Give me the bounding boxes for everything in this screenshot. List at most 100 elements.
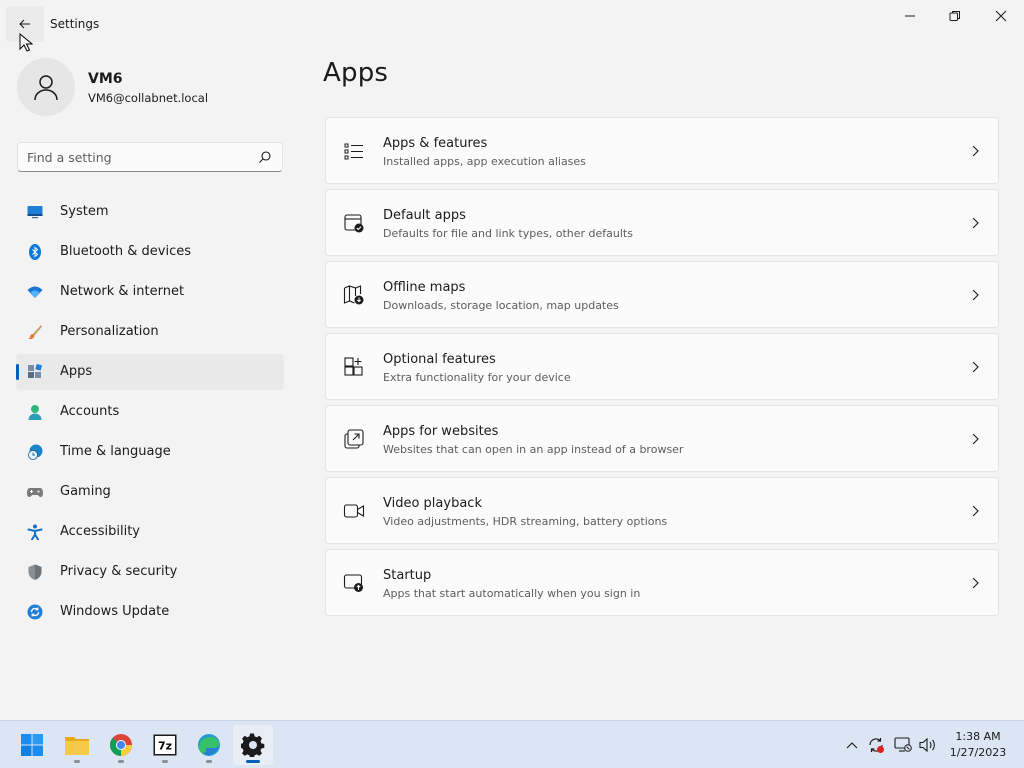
- sidebar-item-gaming[interactable]: Gaming: [16, 474, 284, 510]
- apps-icon: [28, 364, 43, 378]
- sidebar-item-personalization[interactable]: Personalization: [16, 314, 284, 350]
- 7zip-icon: 7z: [153, 734, 177, 756]
- sidebar-item-system[interactable]: System: [16, 194, 284, 230]
- taskbar-7zip[interactable]: 7z: [145, 725, 185, 765]
- chevron-right-icon: [972, 361, 979, 373]
- sidebar-item-label: Network & internet: [60, 284, 185, 299]
- sidebar-nav: System Bluetooth & devices Network & int…: [16, 194, 284, 634]
- taskbar-chrome[interactable]: [101, 725, 141, 765]
- profile-email: VM6@collabnet.local: [88, 91, 209, 105]
- sidebar-item-label: Accounts: [60, 404, 120, 419]
- sync-icon: [27, 604, 43, 620]
- sidebar-item-label: System: [60, 204, 109, 219]
- running-indicator: [246, 760, 260, 763]
- start-button[interactable]: [12, 725, 52, 765]
- sidebar-item-label: Bluetooth & devices: [60, 244, 191, 259]
- 7zip-label: 7z: [158, 740, 172, 753]
- minimize-button[interactable]: [887, 0, 933, 32]
- restore-button[interactable]: [932, 0, 978, 32]
- search-icon[interactable]: [258, 150, 272, 164]
- sync-error-icon: [869, 738, 884, 753]
- card-subtitle: Websites that can open in an app instead…: [383, 443, 684, 456]
- running-indicator: [74, 760, 80, 763]
- chrome-icon: [109, 734, 132, 756]
- sidebar-item-apps[interactable]: Apps: [16, 354, 284, 390]
- card-title: Optional features: [383, 352, 496, 367]
- card-title: Apps for websites: [383, 424, 499, 439]
- edge-icon: [198, 734, 220, 756]
- person-icon: [28, 405, 42, 420]
- tray-sync-status[interactable]: [866, 735, 886, 755]
- chevron-right-icon: [972, 433, 979, 445]
- sidebar-item-network[interactable]: Network & internet: [16, 274, 284, 310]
- tray-network[interactable]: [893, 735, 913, 755]
- bluetooth-icon: [29, 244, 41, 260]
- card-apps-features[interactable]: Apps & features Installed apps, app exec…: [325, 117, 999, 184]
- sidebar-item-label: Time & language: [60, 444, 171, 459]
- close-button[interactable]: [978, 0, 1024, 32]
- card-subtitle: Defaults for file and link types, other …: [383, 227, 633, 240]
- wifi-icon: [27, 286, 43, 298]
- title-bar: Settings: [0, 0, 1024, 48]
- card-subtitle: Video adjustments, HDR streaming, batter…: [383, 515, 668, 528]
- sidebar-item-label: Windows Update: [60, 604, 170, 619]
- startup-icon: [343, 574, 363, 592]
- mouse-cursor-icon: [19, 33, 33, 52]
- card-title: Apps & features: [383, 136, 488, 151]
- chevron-right-icon: [972, 577, 979, 589]
- chevron-right-icon: [972, 289, 979, 301]
- person-icon: [34, 75, 58, 101]
- card-apps-for-websites[interactable]: Apps for websites Websites that can open…: [325, 405, 999, 472]
- card-subtitle: Installed apps, app execution aliases: [383, 155, 586, 168]
- card-title: Offline maps: [383, 280, 466, 295]
- brush-icon: [28, 325, 42, 340]
- back-arrow-icon: [19, 19, 30, 29]
- taskbar-clock-date[interactable]: 1/27/2023: [940, 746, 1016, 759]
- card-offline-maps[interactable]: Offline maps Downloads, storage location…: [325, 261, 999, 328]
- taskbar-clock-time[interactable]: 1:38 AM: [940, 730, 1016, 743]
- card-subtitle: Extra functionality for your device: [383, 371, 571, 384]
- speaker-icon: [919, 737, 935, 753]
- sidebar-item-accessibility[interactable]: Accessibility: [16, 514, 284, 550]
- search-box[interactable]: [17, 142, 283, 172]
- file-explorer-icon: [65, 737, 89, 755]
- taskbar-settings[interactable]: [233, 725, 273, 765]
- sidebar-item-windows-update[interactable]: Windows Update: [16, 594, 284, 630]
- sidebar-item-label: Privacy & security: [60, 564, 178, 579]
- map-download-icon: [343, 285, 364, 305]
- sidebar-item-accounts[interactable]: Accounts: [16, 394, 284, 430]
- list-icon: [344, 143, 363, 160]
- avatar[interactable]: [17, 58, 75, 116]
- open-in-app-icon: [344, 429, 364, 449]
- card-optional-features[interactable]: Optional features Extra functionality fo…: [325, 333, 999, 400]
- close-icon: [995, 10, 1007, 22]
- accessibility-icon: [27, 524, 43, 540]
- running-indicator: [118, 760, 124, 763]
- search-input[interactable]: [18, 143, 248, 171]
- chevron-right-icon: [972, 217, 979, 229]
- card-startup[interactable]: Startup Apps that start automatically wh…: [325, 549, 999, 616]
- card-default-apps[interactable]: Default apps Defaults for file and link …: [325, 189, 999, 256]
- page-title: Apps: [323, 58, 389, 88]
- running-indicator: [162, 760, 168, 763]
- grid-add-icon: [344, 357, 363, 376]
- sidebar-item-label: Accessibility: [60, 524, 140, 539]
- card-video-playback[interactable]: Video playback Video adjustments, HDR st…: [325, 477, 999, 544]
- sidebar-item-label: Gaming: [60, 484, 111, 499]
- settings-card-list: Apps & features Installed apps, app exec…: [325, 117, 999, 621]
- video-icon: [343, 504, 365, 518]
- card-subtitle: Downloads, storage location, map updates: [383, 299, 619, 312]
- controller-icon: [27, 488, 43, 497]
- taskbar-file-explorer[interactable]: [57, 725, 97, 765]
- taskbar-edge[interactable]: [189, 725, 229, 765]
- show-hidden-icons-button[interactable]: [842, 735, 862, 755]
- card-title: Startup: [383, 568, 432, 583]
- sidebar-item-bluetooth[interactable]: Bluetooth & devices: [16, 234, 284, 270]
- chevron-up-icon: [846, 742, 858, 749]
- sidebar-item-time-language[interactable]: Time & language: [16, 434, 284, 470]
- monitor-icon: [27, 206, 43, 219]
- running-indicator: [206, 760, 212, 763]
- profile-name: VM6: [88, 71, 123, 87]
- sidebar-item-privacy[interactable]: Privacy & security: [16, 554, 284, 590]
- tray-volume[interactable]: [918, 735, 938, 755]
